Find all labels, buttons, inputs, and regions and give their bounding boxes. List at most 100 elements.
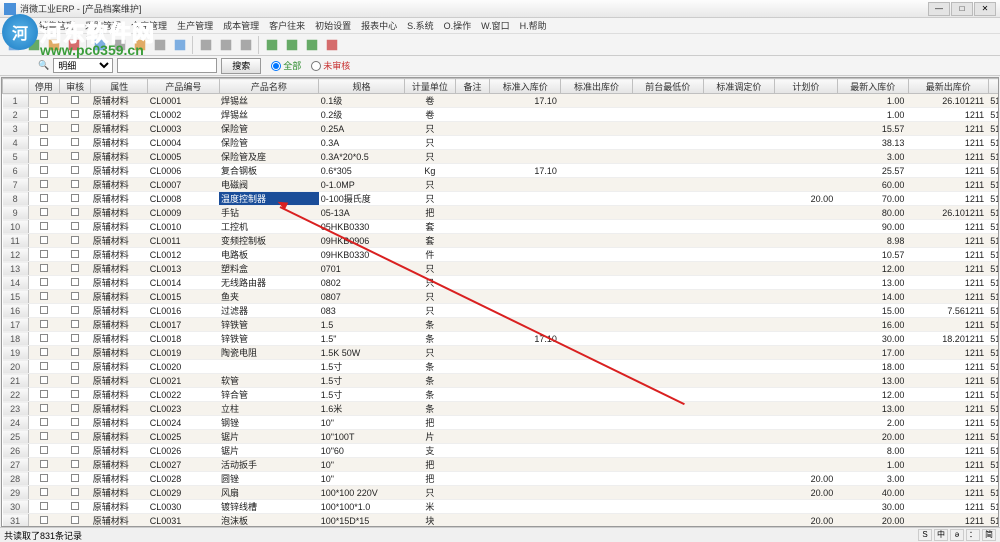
- status-text: 共读取了831条记录: [4, 529, 82, 540]
- toolbar-button-11[interactable]: [236, 35, 255, 54]
- menu-item[interactable]: 销售管理: [39, 19, 75, 32]
- menu-item[interactable]: 报表中心: [361, 19, 397, 32]
- table-row[interactable]: 19原辅材料CL0019陶瓷电阻1.5K 50W只17.00121151021买: [3, 346, 1000, 360]
- column-header[interactable]: 标准调定价: [703, 79, 774, 94]
- table-row[interactable]: 25原辅材料CL0025锯片10"100T片20.00121151021否: [3, 430, 1000, 444]
- table-row[interactable]: 28原辅材料CL0028圆锉10"把20.003.00121151021否11: [3, 472, 1000, 486]
- toolbar-button-7[interactable]: [150, 35, 169, 54]
- table-row[interactable]: 1原辅材料CL0001焊锡丝0.1级卷17.101.0026.101211510…: [3, 94, 1000, 108]
- table-row[interactable]: 16原辅材料CL0016过滤器083只15.007.56121151021否: [3, 304, 1000, 318]
- table-row[interactable]: 21原辅材料CL0021软管1.5寸条13.00121151021买: [3, 374, 1000, 388]
- column-header[interactable]: 停用: [28, 79, 59, 94]
- column-header[interactable]: 标准入库价: [490, 79, 561, 94]
- minimize-button[interactable]: —: [928, 2, 950, 16]
- maximize-button[interactable]: □: [951, 2, 973, 16]
- toolbar-button-15[interactable]: [322, 35, 341, 54]
- table-row[interactable]: 30原辅材料CL0030镀锌线槽100*100*1.0米30.001211510…: [3, 500, 1000, 514]
- table-row[interactable]: 27原辅材料CL0027活动扳手10"把1.00121151021否: [3, 458, 1000, 472]
- filter-all[interactable]: 全部: [271, 59, 301, 72]
- table-row[interactable]: 13原辅材料CL0013塑料盒0701只12.00121151021买: [3, 262, 1000, 276]
- toolbar-button-2[interactable]: [44, 35, 63, 54]
- data-grid[interactable]: 停用审核属性产品编号产品名称规格计量单位备注标准入库价标准出库价前台最低价标准调…: [1, 77, 999, 527]
- table-row[interactable]: 15原辅材料CL0015鱼夹0807只14.00121151021买: [3, 290, 1000, 304]
- search-bar: 🔍 明细 搜索 全部 未审核: [0, 56, 1000, 76]
- column-header[interactable]: 最新入库价: [837, 79, 908, 94]
- table-row[interactable]: 22原辅材料CL0022锌合管1.5寸条12.00121151021否: [3, 388, 1000, 402]
- toolbar-button-10[interactable]: [216, 35, 235, 54]
- menu-bar: F.文件销售管理采购管理仓库管理生产管理成本管理客户往来初始设置报表中心 S.系统…: [0, 18, 1000, 34]
- menu-item[interactable]: O.操作: [444, 19, 472, 32]
- toolbar-button-3[interactable]: [64, 35, 83, 54]
- table-row[interactable]: 20原辅材料CL00201.5寸条18.00121151021买: [3, 360, 1000, 374]
- toolbar-button-6[interactable]: [130, 35, 149, 54]
- search-prefix-icon: 🔍: [38, 60, 49, 71]
- close-button[interactable]: ✕: [974, 2, 996, 16]
- search-input[interactable]: [117, 58, 217, 73]
- table-row[interactable]: 5原辅材料CL0005保险管及座0.3A*20*0.5只3.0012115102…: [3, 150, 1000, 164]
- table-row[interactable]: 7原辅材料CL0007电磁阀0-1.0MP只60.00121151021否: [3, 178, 1000, 192]
- table-row[interactable]: 2原辅材料CL0002焊锡丝0.2级卷1.00121151021否: [3, 108, 1000, 122]
- search-field-select[interactable]: 明细: [53, 58, 113, 73]
- ime-badge: 中: [934, 529, 948, 541]
- table-row[interactable]: 23原辅材料CL0023立柱1.6米条13.00121151021是: [3, 402, 1000, 416]
- table-row[interactable]: 10原辅材料CL0010工控机05HKB0330套90.00121151021否: [3, 220, 1000, 234]
- table-row[interactable]: 31原辅材料CL0031泡沫板100*15D*15块20.0020.001211…: [3, 514, 1000, 528]
- ime-badge: S: [918, 529, 932, 541]
- column-header[interactable]: [3, 79, 29, 94]
- table-row[interactable]: 8原辅材料CL0008温度控制器0-100摄氏度只20.0070.0012115…: [3, 192, 1000, 206]
- table-row[interactable]: 17原辅材料CL0017锌铁管1.5条16.00121151021否: [3, 318, 1000, 332]
- menu-item[interactable]: W.窗口: [481, 19, 510, 32]
- app-icon: [4, 3, 16, 15]
- column-header[interactable]: 产品编号: [148, 79, 219, 94]
- toolbar-button-5[interactable]: [110, 35, 129, 54]
- menu-item[interactable]: F.文件: [4, 19, 29, 32]
- table-row[interactable]: 14原辅材料CL0014无线路由器0802只13.00121151021否: [3, 276, 1000, 290]
- table-row[interactable]: 18原辅材料CL0018锌铁管1.5"条17.1030.0018.2012115…: [3, 332, 1000, 346]
- table-row[interactable]: 6原辅材料CL0006复合钢板0.6*305Kg17.1025.57121151…: [3, 164, 1000, 178]
- column-header[interactable]: 科目编码: [988, 79, 999, 94]
- menu-item[interactable]: 客户往来: [269, 19, 305, 32]
- table-row[interactable]: 12原辅材料CL0012电路板09HKB0330件10.57121151021是…: [3, 248, 1000, 262]
- toolbar-button-1[interactable]: [24, 35, 43, 54]
- window-controls: — □ ✕: [928, 2, 996, 16]
- table-row[interactable]: 11原辅材料CL0011变频控制板09HKB0906套8.98121151021…: [3, 234, 1000, 248]
- table-row[interactable]: 29原辅材料CL0029风扇100*100 220V只20.0040.00121…: [3, 486, 1000, 500]
- column-header[interactable]: 计划价: [775, 79, 838, 94]
- menu-item[interactable]: 采购管理: [85, 19, 121, 32]
- column-header[interactable]: 最新出库价: [908, 79, 988, 94]
- toolbar-button-12[interactable]: [262, 35, 281, 54]
- search-button[interactable]: 搜索: [221, 58, 261, 74]
- column-header[interactable]: 备注: [455, 79, 489, 94]
- menu-item[interactable]: 成本管理: [223, 19, 259, 32]
- table-row[interactable]: 24原辅材料CL0024钢锉10"把2.00121151021否: [3, 416, 1000, 430]
- ime-indicator: S中ə：简: [918, 529, 996, 540]
- menu-item[interactable]: S.系统: [407, 19, 434, 32]
- ime-badge: ə: [950, 529, 964, 541]
- menu-item[interactable]: 生产管理: [177, 19, 213, 32]
- column-header[interactable]: 规格: [319, 79, 404, 94]
- status-bar: 共读取了831条记录 S中ə：简: [0, 527, 1000, 541]
- table-row[interactable]: 3原辅材料CL0003保险管0.25A只15.57121151021否: [3, 122, 1000, 136]
- toolbar-button-14[interactable]: [302, 35, 321, 54]
- toolbar-button-4[interactable]: [90, 35, 109, 54]
- toolbar-button-8[interactable]: [170, 35, 189, 54]
- table-row[interactable]: 26原辅材料CL0026锯片10"60支8.00121151021否: [3, 444, 1000, 458]
- menu-item[interactable]: 初始设置: [315, 19, 351, 32]
- column-header[interactable]: 产品名称: [219, 79, 319, 94]
- table-row[interactable]: 9原辅材料CL0009手钻05-13A把80.0026.10121151021否…: [3, 206, 1000, 220]
- toolbar-button-13[interactable]: [282, 35, 301, 54]
- filter-unaudited[interactable]: 未审核: [311, 59, 350, 72]
- menu-item[interactable]: 仓库管理: [131, 19, 167, 32]
- column-header[interactable]: 计量单位: [404, 79, 455, 94]
- column-header[interactable]: 属性: [91, 79, 148, 94]
- column-header[interactable]: 前台最低价: [632, 79, 703, 94]
- column-header[interactable]: 审核: [59, 79, 90, 94]
- table-row[interactable]: 4原辅材料CL0004保险管0.3A只38.13121151021买: [3, 136, 1000, 150]
- toolbar: [0, 34, 1000, 56]
- window-title: 消微工业ERP - [产品档案维护]: [20, 2, 928, 15]
- window-titlebar: 消微工业ERP - [产品档案维护] — □ ✕: [0, 0, 1000, 18]
- toolbar-button-9[interactable]: [196, 35, 215, 54]
- menu-item[interactable]: H.帮助: [520, 19, 547, 32]
- column-header[interactable]: 标准出库价: [561, 79, 632, 94]
- toolbar-button-0[interactable]: [4, 35, 23, 54]
